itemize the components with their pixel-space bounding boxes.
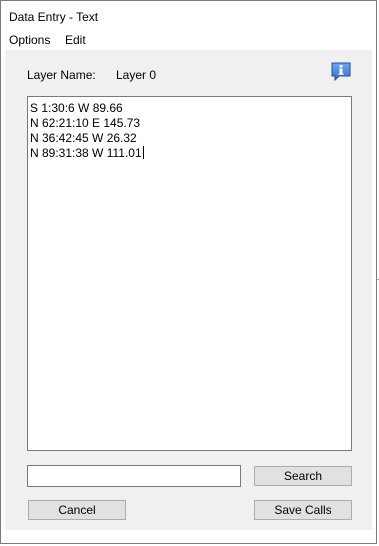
dialog-body: Layer Name: Layer 0 S 1:30:6 W 89.66 N 6 (5, 50, 372, 530)
search-button[interactable]: Search (254, 466, 352, 486)
title-bar[interactable]: Data Entry - Text (1, 1, 376, 29)
text-line: N 36:42:45 W 26.32 (30, 131, 137, 145)
text-caret (142, 146, 144, 159)
text-lines: S 1:30:6 W 89.66 N 62:21:10 E 145.73 N 3… (30, 101, 144, 161)
data-entry-window: Data Entry - Text Options Edit Layer Nam… (0, 0, 377, 544)
window-title: Data Entry - Text (9, 10, 99, 24)
cancel-button[interactable]: Cancel (28, 500, 126, 520)
save-calls-button[interactable]: Save Calls (254, 500, 352, 520)
text-line: S 1:30:6 W 89.66 (30, 101, 123, 115)
info-button[interactable] (330, 61, 352, 83)
menu-options[interactable]: Options (9, 33, 50, 47)
coordinates-text-area[interactable]: S 1:30:6 W 89.66 N 62:21:10 E 145.73 N 3… (27, 96, 352, 451)
search-input[interactable] (27, 465, 241, 487)
layer-name-label: Layer Name: (27, 68, 96, 82)
menu-edit[interactable]: Edit (65, 33, 86, 47)
info-bubble-icon (331, 62, 351, 82)
text-line: N 62:21:10 E 145.73 (30, 116, 141, 130)
text-line-last-content: N 89:31:38 W 111.01 (30, 146, 142, 160)
menu-bar: Options Edit (1, 30, 376, 50)
text-line-last: N 89:31:38 W 111.01 (30, 146, 144, 161)
layer-name-value: Layer 0 (116, 68, 157, 82)
